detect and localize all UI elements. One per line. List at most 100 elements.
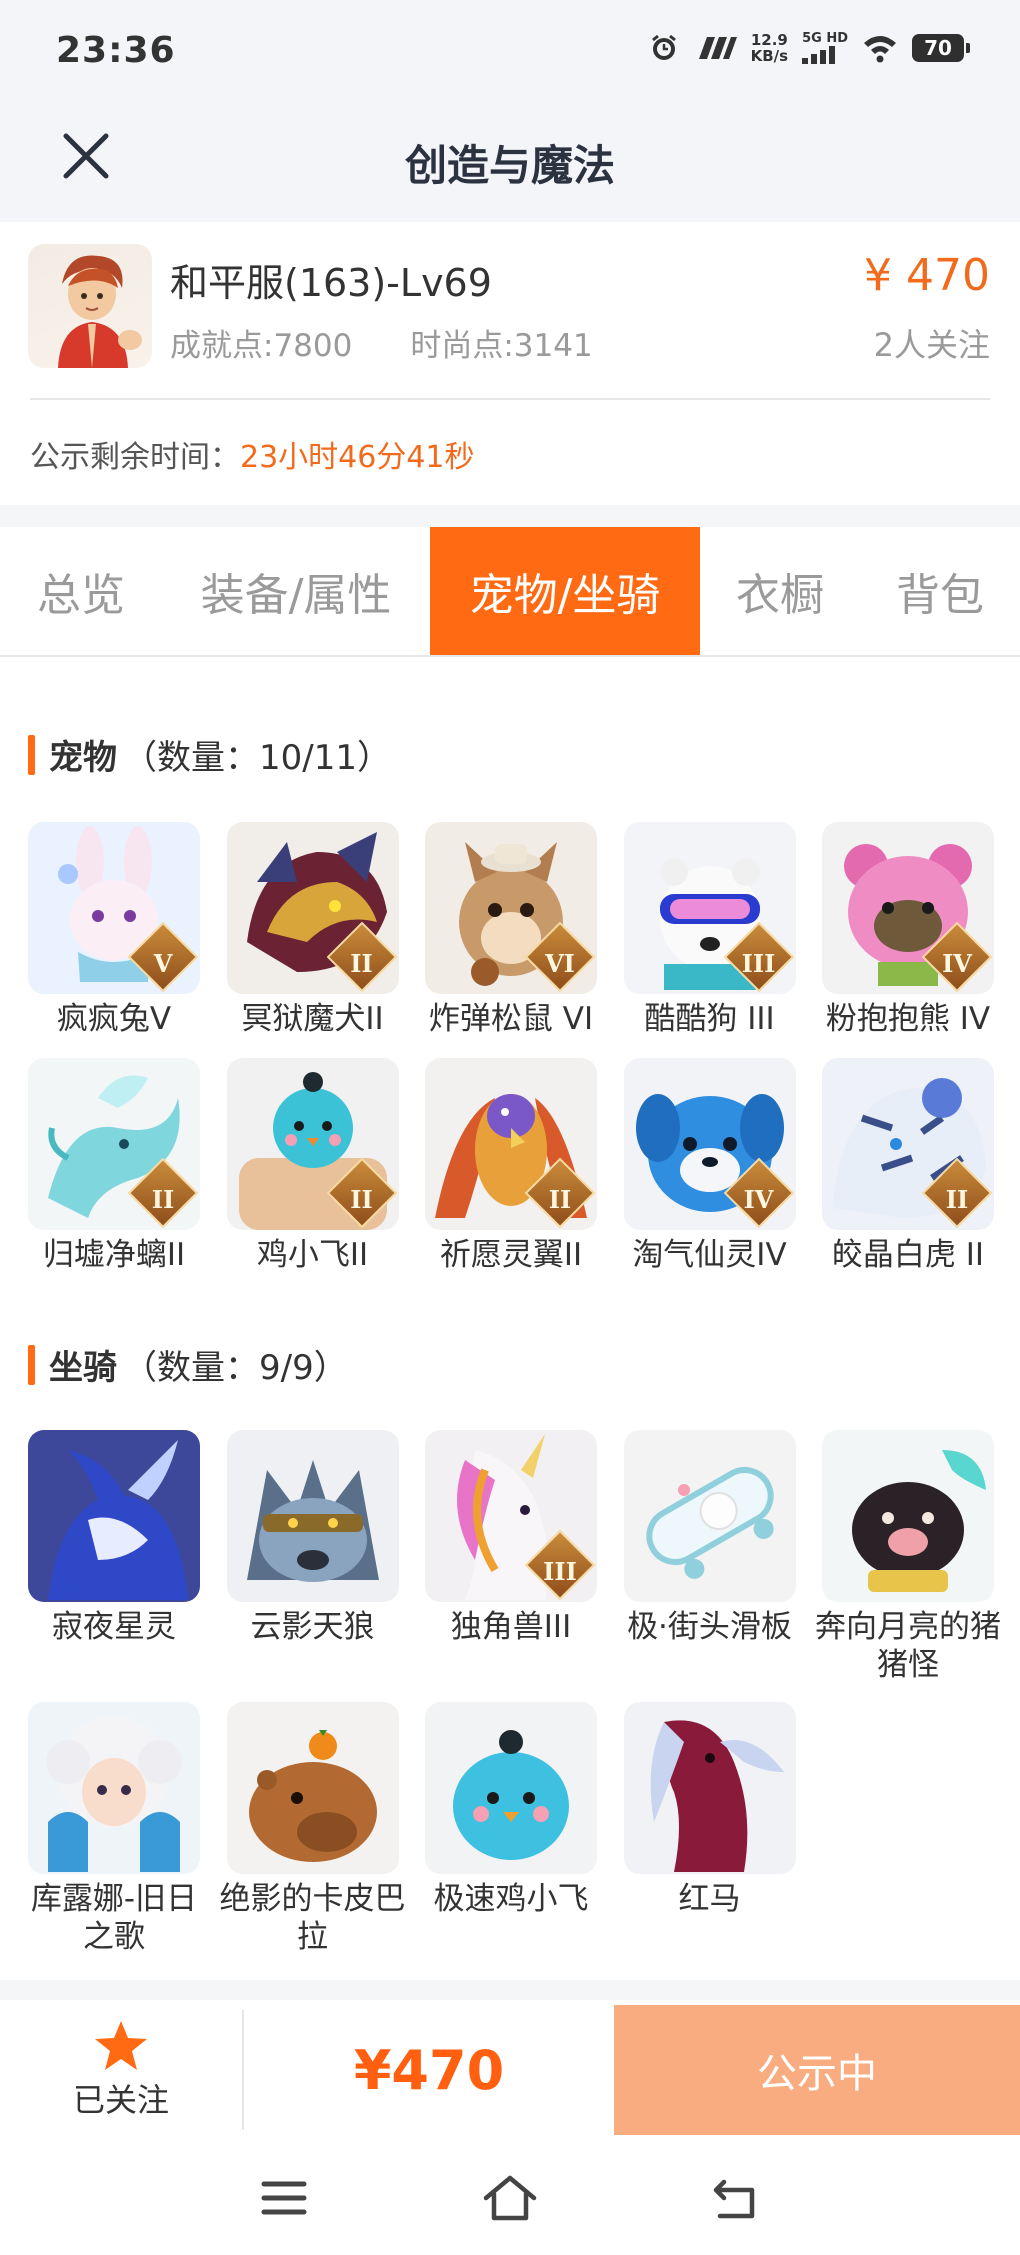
action-bar: 已关注 ¥470 公示中 bbox=[0, 2000, 1020, 2140]
battery-indicator: 70 bbox=[912, 34, 970, 62]
account-card[interactable]: 和平服(163)-Lv69 成就点:7800 时尚点:3141 ¥ 470 2人… bbox=[0, 222, 1020, 505]
pet-name: 炸弹松鼠 VI bbox=[428, 1001, 594, 1037]
pet-item[interactable]: II 皎晶白虎 II bbox=[822, 1058, 994, 1274]
account-name: 和平服(163)-Lv69 bbox=[170, 261, 492, 305]
pets-heading: 宠物 （数量：10/11） bbox=[28, 730, 391, 779]
rank-badge-label: III bbox=[543, 1557, 577, 1586]
sheep-girl-icon bbox=[28, 1702, 200, 1874]
network-speed: 12.9 KB/s bbox=[750, 31, 789, 65]
follow-label: 已关注 bbox=[72, 2081, 169, 2119]
wolf-icon bbox=[226, 1430, 399, 1602]
pet-item[interactable]: IV 粉抱抱熊 IV bbox=[822, 822, 994, 1038]
chick-icon: II bbox=[226, 1058, 399, 1230]
status-time: 23:36 bbox=[56, 30, 176, 71]
title-bar: 创造与魔法 bbox=[0, 110, 1020, 222]
mount-name: 独角兽III bbox=[450, 1609, 572, 1645]
pet-item[interactable]: VI 炸弹松鼠 VI bbox=[425, 822, 597, 1038]
blue-chick-icon bbox=[425, 1702, 597, 1874]
pet-item[interactable]: III 酷酷狗 III bbox=[623, 822, 796, 1038]
mount-name: 极速鸡小飞 bbox=[433, 1881, 589, 1917]
mount-item[interactable]: 寂夜星灵 bbox=[28, 1430, 200, 1646]
mount-name: 红马 bbox=[678, 1881, 741, 1917]
pet-item[interactable]: II 归墟净螭II bbox=[28, 1058, 200, 1274]
phoenix-icon: II bbox=[425, 1058, 597, 1230]
countdown-label: 公示剩余时间： bbox=[30, 440, 240, 475]
mount-item[interactable]: 奔向月亮的猪猪怪 bbox=[815, 1430, 1001, 1684]
back-icon[interactable] bbox=[706, 2170, 766, 2226]
mount-item[interactable]: III 独角兽III bbox=[425, 1430, 597, 1646]
tab-pets-mounts[interactable]: 宠物/坐骑 bbox=[430, 527, 700, 655]
home-icon[interactable] bbox=[480, 2170, 540, 2226]
tab-wardrobe[interactable]: 衣橱 bbox=[700, 527, 860, 655]
star-icon bbox=[95, 2021, 147, 2070]
tab-bar: 总览 装备/属性 宠物/坐骑 衣橱 背包 bbox=[0, 527, 1020, 657]
pet-item[interactable]: II 鸡小飞II bbox=[226, 1058, 399, 1274]
tab-equipment[interactable]: 装备/属性 bbox=[162, 527, 430, 655]
demon-dog-icon: II bbox=[226, 822, 399, 994]
follow-button[interactable]: 已关注 bbox=[0, 2000, 242, 2140]
rank-badge-label: II bbox=[548, 1185, 572, 1214]
account-stats: 成就点:7800 时尚点:3141 bbox=[170, 320, 593, 365]
follower-count: 2人关注 bbox=[873, 326, 990, 364]
section-gap bbox=[0, 1980, 1020, 2000]
section-title: 坐骑 bbox=[49, 1348, 117, 1388]
rabbit-icon: V bbox=[28, 822, 200, 994]
rank-badge-label: II bbox=[350, 949, 373, 978]
unicorn-icon: III bbox=[425, 1430, 597, 1602]
mount-name: 奔向月亮的猪猪怪 bbox=[815, 1609, 1001, 1683]
status-icons: 12.9 KB/s 5G HD 70 bbox=[649, 31, 970, 65]
mount-item[interactable]: 极·街头滑板 bbox=[623, 1430, 796, 1646]
tab-overview[interactable]: 总览 bbox=[0, 527, 162, 655]
mount-item[interactable]: 极速鸡小飞 bbox=[425, 1702, 597, 1918]
fashion-points: 时尚点:3141 bbox=[410, 328, 593, 364]
alarm-icon bbox=[651, 34, 676, 60]
capybara-icon bbox=[226, 1702, 399, 1874]
nfc-icon bbox=[698, 37, 737, 59]
section-marker bbox=[28, 1344, 35, 1385]
rank-badge-label: IV bbox=[743, 1185, 774, 1214]
page-title: 创造与魔法 bbox=[404, 141, 615, 190]
system-nav-bar bbox=[0, 2140, 1020, 2255]
publicity-status-button[interactable]: 公示中 bbox=[614, 2005, 1020, 2135]
rank-badge-label: II bbox=[151, 1185, 175, 1214]
fairy-dog-icon: IV bbox=[623, 1058, 796, 1230]
pet-name: 鸡小飞II bbox=[256, 1237, 369, 1273]
pet-item[interactable]: V 疯疯兔V bbox=[28, 822, 200, 1038]
pet-item[interactable]: II 冥狱魔犬II bbox=[226, 822, 399, 1038]
mount-item[interactable]: 云影天狼 bbox=[226, 1430, 399, 1646]
section-gap bbox=[0, 505, 1020, 527]
countdown-value: 23小时46分41秒 bbox=[240, 440, 475, 475]
achievement-points: 成就点:7800 bbox=[170, 328, 353, 364]
tab-backpack[interactable]: 背包 bbox=[860, 527, 1020, 655]
menu-icon[interactable] bbox=[254, 2170, 314, 2226]
rank-badge-label: II bbox=[350, 1185, 373, 1214]
cell-signal-icon: 5G HD bbox=[802, 32, 848, 64]
pet-name: 祈愿灵翼II bbox=[439, 1237, 583, 1273]
mount-item[interactable]: 库露娜-旧日之歌 bbox=[28, 1702, 200, 1956]
wifi-icon bbox=[864, 36, 896, 63]
pet-item[interactable]: II 祈愿灵翼II bbox=[425, 1058, 597, 1274]
rank-badge-label: IV bbox=[942, 949, 972, 978]
pink-bear-icon: IV bbox=[822, 822, 994, 994]
rank-badge-label: III bbox=[741, 949, 776, 978]
mount-name: 绝影的卡皮巴拉 bbox=[219, 1881, 406, 1955]
skateboard-icon bbox=[623, 1430, 796, 1602]
pet-name: 冥狱魔犬II bbox=[241, 1001, 384, 1037]
publicity-countdown: 公示剩余时间：23小时46分41秒 bbox=[30, 432, 475, 476]
pet-item[interactable]: IV 淘气仙灵IV bbox=[623, 1058, 796, 1274]
mount-item[interactable]: 绝影的卡皮巴拉 bbox=[220, 1702, 406, 1956]
pet-name: 粉抱抱熊 IV bbox=[825, 1001, 991, 1037]
pet-name: 归墟净螭II bbox=[42, 1237, 186, 1273]
pet-name: 皎晶白虎 II bbox=[831, 1237, 985, 1273]
bottom-price: ¥470 bbox=[353, 2038, 505, 2102]
mounts-heading: 坐骑 （数量：9/9） bbox=[28, 1340, 348, 1389]
red-horse-icon bbox=[623, 1702, 796, 1874]
night-deer-icon bbox=[28, 1430, 200, 1602]
avatar bbox=[28, 244, 152, 368]
mount-item[interactable]: 红马 bbox=[623, 1702, 796, 1918]
account-price: ¥ 470 bbox=[864, 250, 990, 301]
mount-name: 极·街头滑板 bbox=[627, 1609, 792, 1645]
dragon-icon: II bbox=[28, 1058, 200, 1230]
goggle-dog-icon: III bbox=[623, 822, 796, 994]
divider bbox=[30, 398, 990, 400]
